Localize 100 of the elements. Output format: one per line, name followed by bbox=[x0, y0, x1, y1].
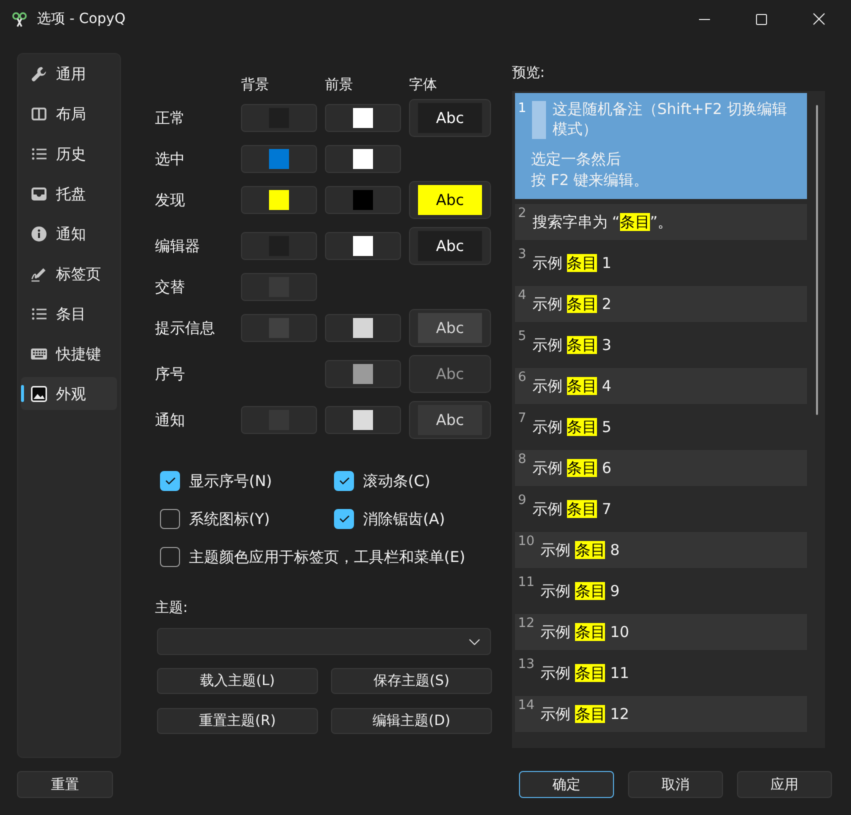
list-item[interactable]: 8 示例 条目 6 bbox=[515, 450, 807, 486]
sidebar-item[interactable]: 外观 bbox=[21, 377, 117, 410]
foreground-color-button[interactable] bbox=[325, 360, 401, 388]
item-text: 示例 条目 1 bbox=[532, 253, 612, 273]
sidebar-item[interactable]: 条目 bbox=[21, 297, 117, 330]
save-theme-button[interactable]: 保存主题(S) bbox=[331, 668, 492, 694]
image-icon bbox=[31, 386, 47, 402]
item-number: 7 bbox=[518, 411, 526, 427]
item-number: 14 bbox=[518, 698, 535, 714]
list-item[interactable]: 13 示例 条目 11 bbox=[515, 655, 807, 691]
edit-theme-button[interactable]: 编辑主题(D) bbox=[331, 708, 492, 734]
maximize-icon[interactable] bbox=[756, 14, 767, 24]
theme-label: 主题: bbox=[155, 599, 189, 618]
checkbox-label[interactable]: 主题颜色应用于标签页，工具栏和菜单(E) bbox=[189, 547, 466, 567]
chevron-down-icon bbox=[469, 638, 480, 644]
sidebar-item[interactable]: 标签页 bbox=[21, 257, 117, 290]
font-button[interactable]: Abc bbox=[409, 227, 491, 265]
row-label: 通知 bbox=[155, 410, 186, 430]
load-theme-button[interactable]: 载入主题(L) bbox=[157, 668, 318, 694]
font-button[interactable]: Abc bbox=[409, 401, 491, 439]
checkbox[interactable] bbox=[160, 509, 180, 529]
item-text: 按 F2 键来编辑。 bbox=[531, 170, 649, 191]
checkbox[interactable] bbox=[334, 471, 354, 491]
foreground-color-button[interactable] bbox=[325, 406, 401, 434]
sidebar-item[interactable]: 历史 bbox=[21, 137, 117, 170]
list-item[interactable]: 12 示例 条目 10 bbox=[515, 614, 807, 650]
dialog-button[interactable]: 重置 bbox=[17, 771, 113, 798]
checkbox[interactable] bbox=[160, 547, 180, 567]
sidebar-item[interactable]: 通知 bbox=[21, 217, 117, 250]
minimize-icon[interactable] bbox=[699, 18, 710, 20]
list-icon bbox=[31, 306, 47, 322]
background-color-button[interactable] bbox=[241, 232, 317, 260]
checkbox-label[interactable]: 显示序号(N) bbox=[189, 471, 272, 491]
font-button[interactable]: Abc bbox=[409, 99, 491, 137]
checkbox-label[interactable]: 系统图标(Y) bbox=[189, 509, 270, 529]
background-color-button[interactable] bbox=[241, 314, 317, 342]
row-label: 选中 bbox=[155, 149, 186, 169]
font-button[interactable]: Abc bbox=[409, 181, 491, 219]
font-button[interactable]: Abc bbox=[409, 309, 491, 347]
list-item[interactable]: 2 搜索字串为 “条目”。 bbox=[515, 204, 807, 240]
list-item[interactable]: 5 示例 条目 3 bbox=[515, 327, 807, 363]
item-number: 12 bbox=[518, 616, 535, 632]
item-text: 选定一条然后 bbox=[531, 149, 621, 170]
close-icon[interactable] bbox=[813, 13, 825, 25]
tray-icon bbox=[31, 186, 47, 202]
sidebar-item[interactable]: 快捷键 bbox=[21, 337, 117, 370]
foreground-color-button[interactable] bbox=[325, 145, 401, 173]
list-item[interactable]: 9 示例 条目 7 bbox=[515, 491, 807, 527]
list-item[interactable]: 6 示例 条目 4 bbox=[515, 368, 807, 404]
font-button[interactable]: Abc bbox=[409, 355, 491, 393]
item-text: 示例 条目 3 bbox=[532, 335, 612, 355]
sidebar-item[interactable]: 通用 bbox=[21, 57, 117, 90]
checkbox[interactable] bbox=[334, 509, 354, 529]
row-label: 交替 bbox=[155, 277, 186, 297]
columns-icon bbox=[31, 106, 47, 122]
list-item[interactable]: 7 示例 条目 5 bbox=[515, 409, 807, 445]
item-number: 11 bbox=[518, 575, 535, 591]
foreground-color-button[interactable] bbox=[325, 104, 401, 132]
dialog-button[interactable]: 应用 bbox=[737, 771, 832, 798]
note-marker-icon bbox=[532, 101, 546, 139]
background-color-button[interactable] bbox=[241, 273, 317, 301]
list-item[interactable]: 3 示例 条目 1 bbox=[515, 245, 807, 281]
item-number: 3 bbox=[518, 247, 526, 263]
wrench-icon bbox=[31, 66, 47, 82]
foreground-color-button[interactable] bbox=[325, 232, 401, 260]
info-icon bbox=[31, 226, 47, 242]
foreground-color-button[interactable] bbox=[325, 314, 401, 342]
row-label: 提示信息 bbox=[155, 318, 216, 338]
reset-theme-button[interactable]: 重置主题(R) bbox=[157, 708, 318, 734]
checkbox[interactable] bbox=[160, 471, 180, 491]
list-item[interactable]: 14 示例 条目 12 bbox=[515, 696, 807, 732]
preview-label: 预览: bbox=[512, 64, 546, 83]
background-color-button[interactable] bbox=[241, 104, 317, 132]
sidebar-item[interactable]: 布局 bbox=[21, 97, 117, 130]
pen-icon bbox=[31, 266, 47, 282]
scissors-icon bbox=[12, 12, 27, 26]
dialog-button[interactable]: 确定 bbox=[519, 771, 614, 798]
item-text: 示例 条目 2 bbox=[532, 294, 612, 314]
window-title: 选项 - CopyQ bbox=[37, 10, 126, 29]
item-text: 示例 条目 4 bbox=[532, 376, 612, 396]
item-number: 2 bbox=[518, 206, 526, 222]
scrollbar[interactable] bbox=[816, 105, 818, 415]
keyboard-icon bbox=[31, 346, 47, 362]
list-item[interactable]: 11 示例 条目 9 bbox=[515, 573, 807, 609]
list-item[interactable]: 10 示例 条目 8 bbox=[515, 532, 807, 568]
checkbox-label[interactable]: 滚动条(C) bbox=[363, 471, 430, 491]
background-color-button[interactable] bbox=[241, 145, 317, 173]
check-icon bbox=[338, 515, 350, 523]
sidebar-item[interactable]: 托盘 bbox=[21, 177, 117, 210]
item-number: 1 bbox=[518, 101, 526, 117]
item-number: 13 bbox=[518, 657, 535, 673]
background-color-button[interactable] bbox=[241, 186, 317, 214]
checkbox-label[interactable]: 消除锯齿(A) bbox=[363, 509, 445, 529]
item-text: 示例 条目 7 bbox=[532, 499, 612, 519]
dialog-button[interactable]: 取消 bbox=[628, 771, 723, 798]
column-header: 前景 bbox=[325, 76, 354, 95]
list-item[interactable]: 4 示例 条目 2 bbox=[515, 286, 807, 322]
background-color-button[interactable] bbox=[241, 406, 317, 434]
item-text: 示例 条目 12 bbox=[540, 704, 630, 724]
foreground-color-button[interactable] bbox=[325, 186, 401, 214]
